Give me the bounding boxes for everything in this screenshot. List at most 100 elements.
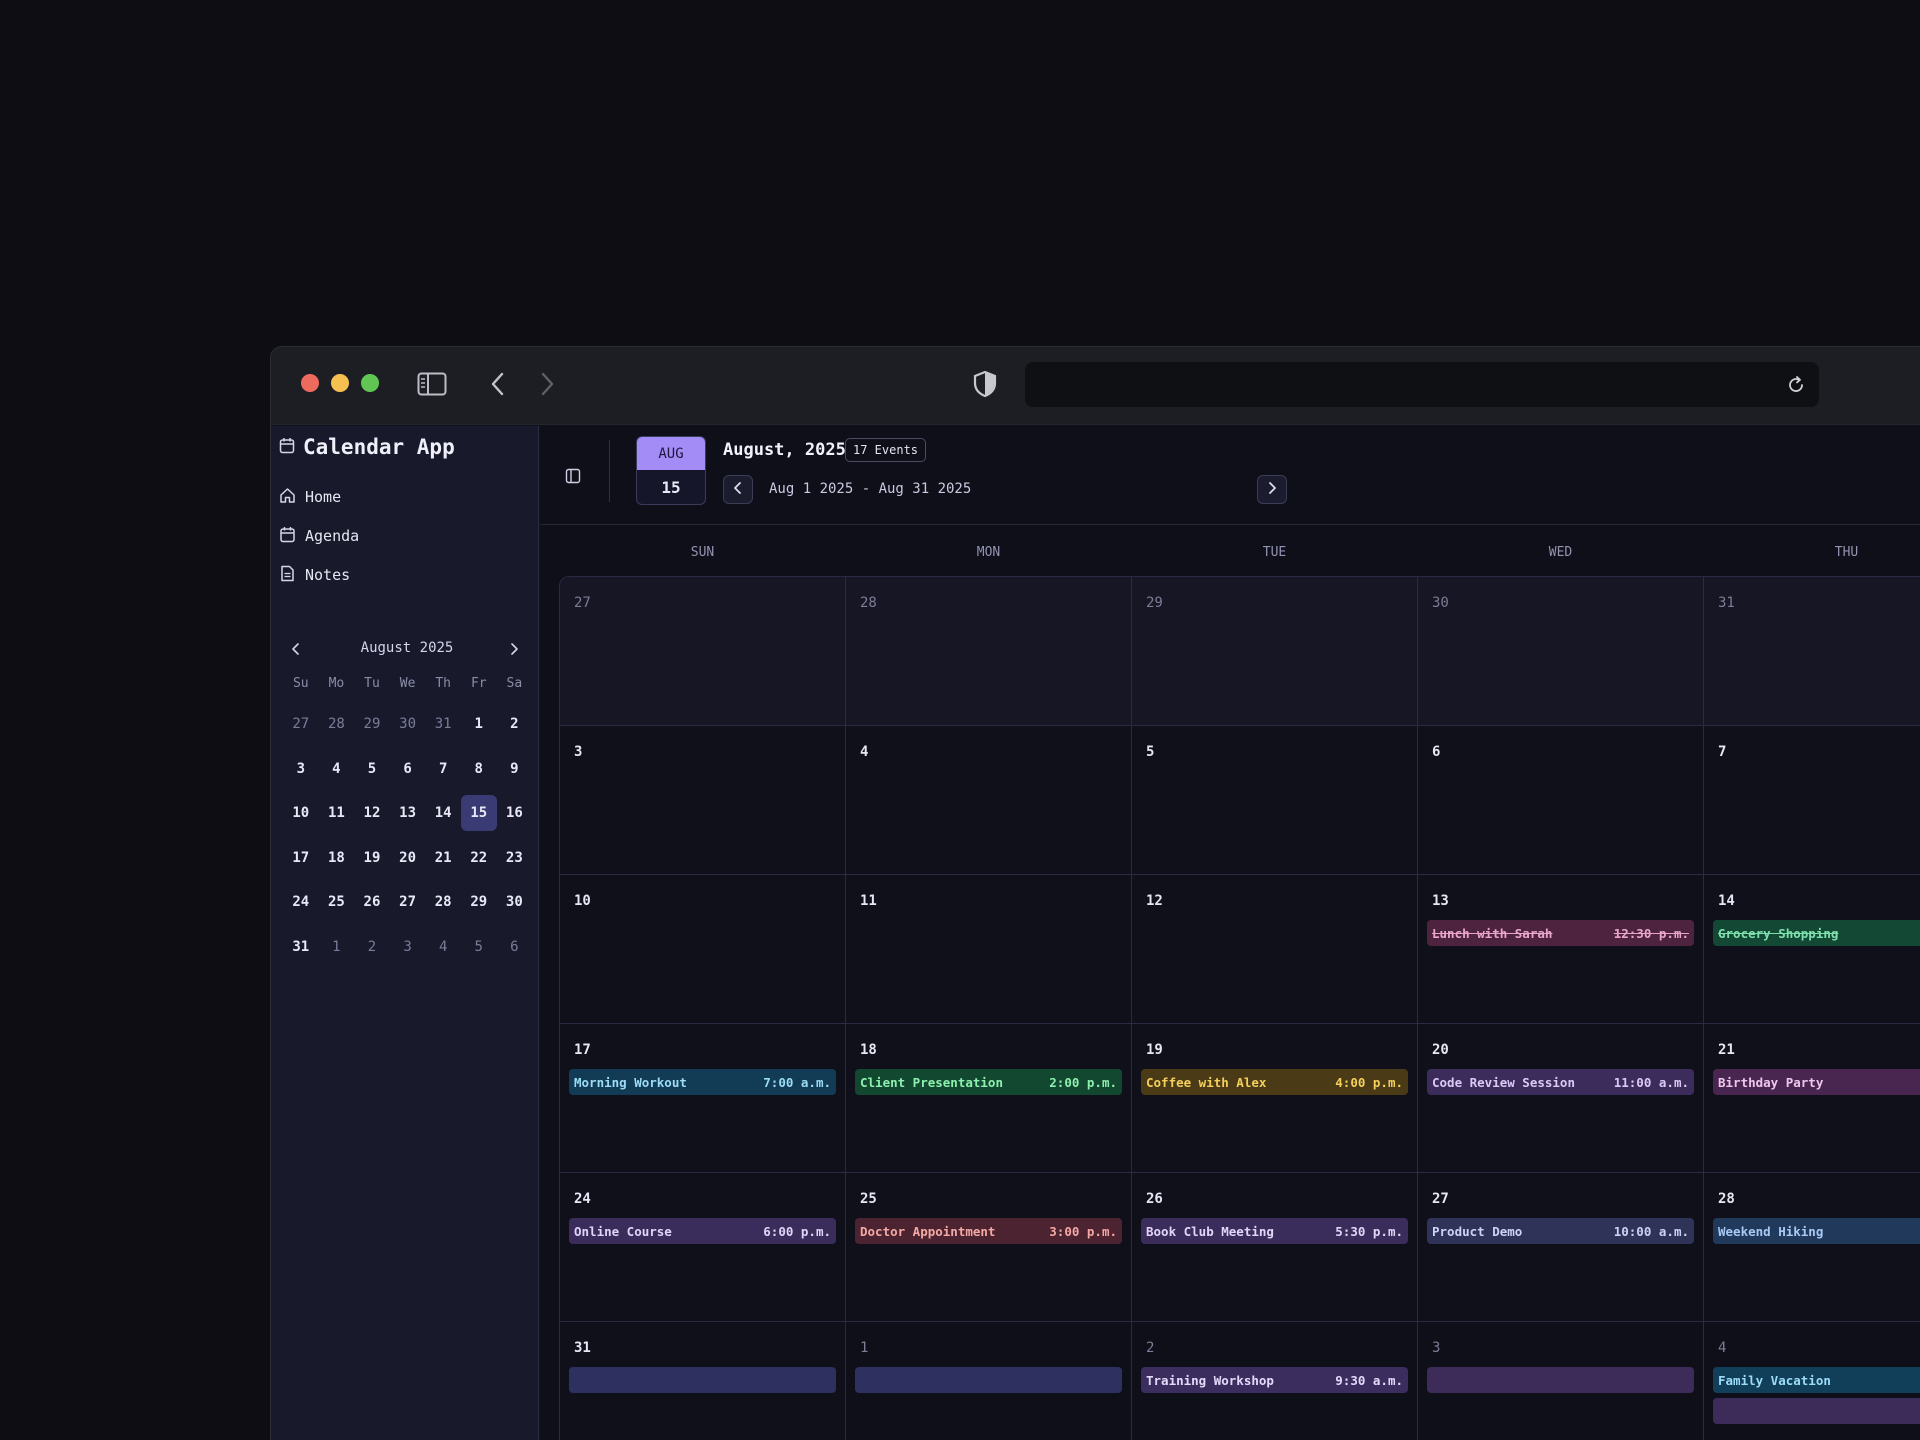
day-cell[interactable]: 25 Doctor Appointment 3:00 p.m. xyxy=(846,1173,1132,1322)
event-chip[interactable]: Client Presentation 2:00 p.m. xyxy=(855,1069,1122,1095)
day-cell[interactable]: 14 Grocery Shopping10: xyxy=(1704,875,1920,1024)
mini-day[interactable]: 24 xyxy=(283,880,319,925)
event-chip[interactable]: Doctor Appointment 3:00 p.m. xyxy=(855,1218,1122,1244)
reload-icon[interactable] xyxy=(1781,370,1811,400)
day-cell[interactable]: 19 Coffee with Alex 4:00 p.m. xyxy=(1132,1024,1418,1173)
mini-day[interactable]: 25 xyxy=(319,880,355,925)
mini-day[interactable]: 5 xyxy=(354,747,390,792)
maximize-window-button[interactable] xyxy=(361,374,379,392)
mini-day[interactable]: 2 xyxy=(354,925,390,970)
mini-day[interactable]: 11 xyxy=(319,791,355,836)
mini-day[interactable]: 1 xyxy=(461,702,497,747)
day-cell[interactable]: 30 xyxy=(1418,577,1704,726)
mini-day[interactable]: 28 xyxy=(319,702,355,747)
mini-day[interactable]: 20 xyxy=(390,836,426,881)
event-chip[interactable]: Weekend Hiking8: xyxy=(1713,1218,1920,1244)
previous-month-button[interactable] xyxy=(723,475,753,504)
mini-day[interactable]: 16 xyxy=(497,791,533,836)
mini-day[interactable]: 18 xyxy=(319,836,355,881)
forward-icon[interactable] xyxy=(532,369,562,399)
mini-day[interactable]: 6 xyxy=(390,747,426,792)
mini-day[interactable]: 5 xyxy=(461,925,497,970)
day-cell[interactable]: 3 xyxy=(560,726,846,875)
close-window-button[interactable] xyxy=(301,374,319,392)
mini-day[interactable]: 2 xyxy=(497,702,533,747)
event-chip[interactable] xyxy=(855,1367,1122,1393)
panel-toggle-icon[interactable] xyxy=(560,463,586,489)
event-chip[interactable]: Product Demo 10:00 a.m. xyxy=(1427,1218,1694,1244)
mini-day[interactable]: 29 xyxy=(354,702,390,747)
event-chip[interactable] xyxy=(1427,1367,1694,1393)
mini-day[interactable]: 22 xyxy=(461,836,497,881)
day-cell[interactable]: 21 Birthday Party7: xyxy=(1704,1024,1920,1173)
day-cell[interactable]: 3 xyxy=(1418,1322,1704,1440)
mini-day[interactable]: 23 xyxy=(497,836,533,881)
next-month-button[interactable] xyxy=(1257,475,1287,504)
mini-day[interactable]: 3 xyxy=(283,747,319,792)
day-cell[interactable]: 31 xyxy=(560,1322,846,1440)
mini-day[interactable]: 7 xyxy=(425,747,461,792)
event-chip[interactable] xyxy=(569,1367,836,1393)
mini-day[interactable]: 30 xyxy=(497,880,533,925)
sidebar-toggle-icon[interactable] xyxy=(417,369,447,399)
event-chip[interactable]: Training Workshop 9:30 a.m. xyxy=(1141,1367,1408,1393)
shield-icon[interactable] xyxy=(970,369,1000,399)
chevron-right-icon[interactable] xyxy=(501,636,527,662)
event-chip[interactable]: Code Review Session 11:00 a.m. xyxy=(1427,1069,1694,1095)
mini-day-selected[interactable]: 15 xyxy=(460,791,497,836)
mini-day[interactable]: 17 xyxy=(283,836,319,881)
mini-day[interactable]: 31 xyxy=(283,925,319,970)
day-cell[interactable]: 12 xyxy=(1132,875,1418,1024)
day-cell[interactable]: 24 Online Course 6:00 p.m. xyxy=(560,1173,846,1322)
nav-item-agenda[interactable]: Agenda xyxy=(279,523,359,549)
event-chip[interactable] xyxy=(1713,1398,1920,1424)
mini-day[interactable]: 4 xyxy=(425,925,461,970)
event-chip[interactable]: Lunch with Sarah 12:30 p.m. xyxy=(1427,920,1694,946)
day-cell[interactable]: 6 xyxy=(1418,726,1704,875)
event-chip[interactable]: Coffee with Alex 4:00 p.m. xyxy=(1141,1069,1408,1095)
day-cell[interactable]: 11 xyxy=(846,875,1132,1024)
day-cell[interactable]: 31 xyxy=(1704,577,1920,726)
today-date-badge[interactable]: AUG 15 xyxy=(636,436,706,505)
event-chip[interactable]: Morning Workout 7:00 a.m. xyxy=(569,1069,836,1095)
day-cell[interactable]: 13 Lunch with Sarah 12:30 p.m. xyxy=(1418,875,1704,1024)
day-cell[interactable]: 5 xyxy=(1132,726,1418,875)
day-cell[interactable]: 27 Product Demo 10:00 a.m. xyxy=(1418,1173,1704,1322)
day-cell[interactable]: 27 xyxy=(560,577,846,726)
mini-day[interactable]: 3 xyxy=(390,925,426,970)
mini-day[interactable]: 10 xyxy=(283,791,319,836)
mini-day[interactable]: 13 xyxy=(390,791,426,836)
mini-day[interactable]: 12 xyxy=(354,791,390,836)
day-cell[interactable]: 20 Code Review Session 11:00 a.m. xyxy=(1418,1024,1704,1173)
mini-day[interactable]: 27 xyxy=(390,880,426,925)
day-cell[interactable]: 7 xyxy=(1704,726,1920,875)
day-cell[interactable]: 26 Book Club Meeting 5:30 p.m. xyxy=(1132,1173,1418,1322)
mini-day[interactable]: 29 xyxy=(461,880,497,925)
day-cell[interactable]: 28 Weekend Hiking8: xyxy=(1704,1173,1920,1322)
mini-day[interactable]: 4 xyxy=(319,747,355,792)
day-cell[interactable]: 1 xyxy=(846,1322,1132,1440)
day-cell[interactable]: 18 Client Presentation 2:00 p.m. xyxy=(846,1024,1132,1173)
event-chip[interactable]: Birthday Party7: xyxy=(1713,1069,1920,1095)
day-cell[interactable]: 17 Morning Workout 7:00 a.m. xyxy=(560,1024,846,1173)
mini-day[interactable]: 14 xyxy=(425,791,461,836)
back-icon[interactable] xyxy=(483,369,513,399)
mini-day[interactable]: 26 xyxy=(354,880,390,925)
day-cell[interactable]: 4 xyxy=(846,726,1132,875)
day-cell[interactable]: 2 Training Workshop 9:30 a.m. xyxy=(1132,1322,1418,1440)
mini-day[interactable]: 31 xyxy=(425,702,461,747)
day-cell[interactable]: 29 xyxy=(1132,577,1418,726)
mini-day[interactable]: 6 xyxy=(497,925,533,970)
mini-day[interactable]: 19 xyxy=(354,836,390,881)
mini-day[interactable]: 30 xyxy=(390,702,426,747)
day-cell[interactable]: 10 xyxy=(560,875,846,1024)
address-bar[interactable] xyxy=(1025,362,1819,407)
event-chip[interactable]: Family Vacation10: xyxy=(1713,1367,1920,1393)
event-chip[interactable]: Online Course 6:00 p.m. xyxy=(569,1218,836,1244)
mini-day[interactable]: 9 xyxy=(497,747,533,792)
event-chip[interactable]: Grocery Shopping10: xyxy=(1713,920,1920,946)
nav-item-home[interactable]: Home xyxy=(279,484,341,510)
mini-day[interactable]: 1 xyxy=(319,925,355,970)
day-cell[interactable]: 4 Family Vacation10: xyxy=(1704,1322,1920,1440)
minimize-window-button[interactable] xyxy=(331,374,349,392)
